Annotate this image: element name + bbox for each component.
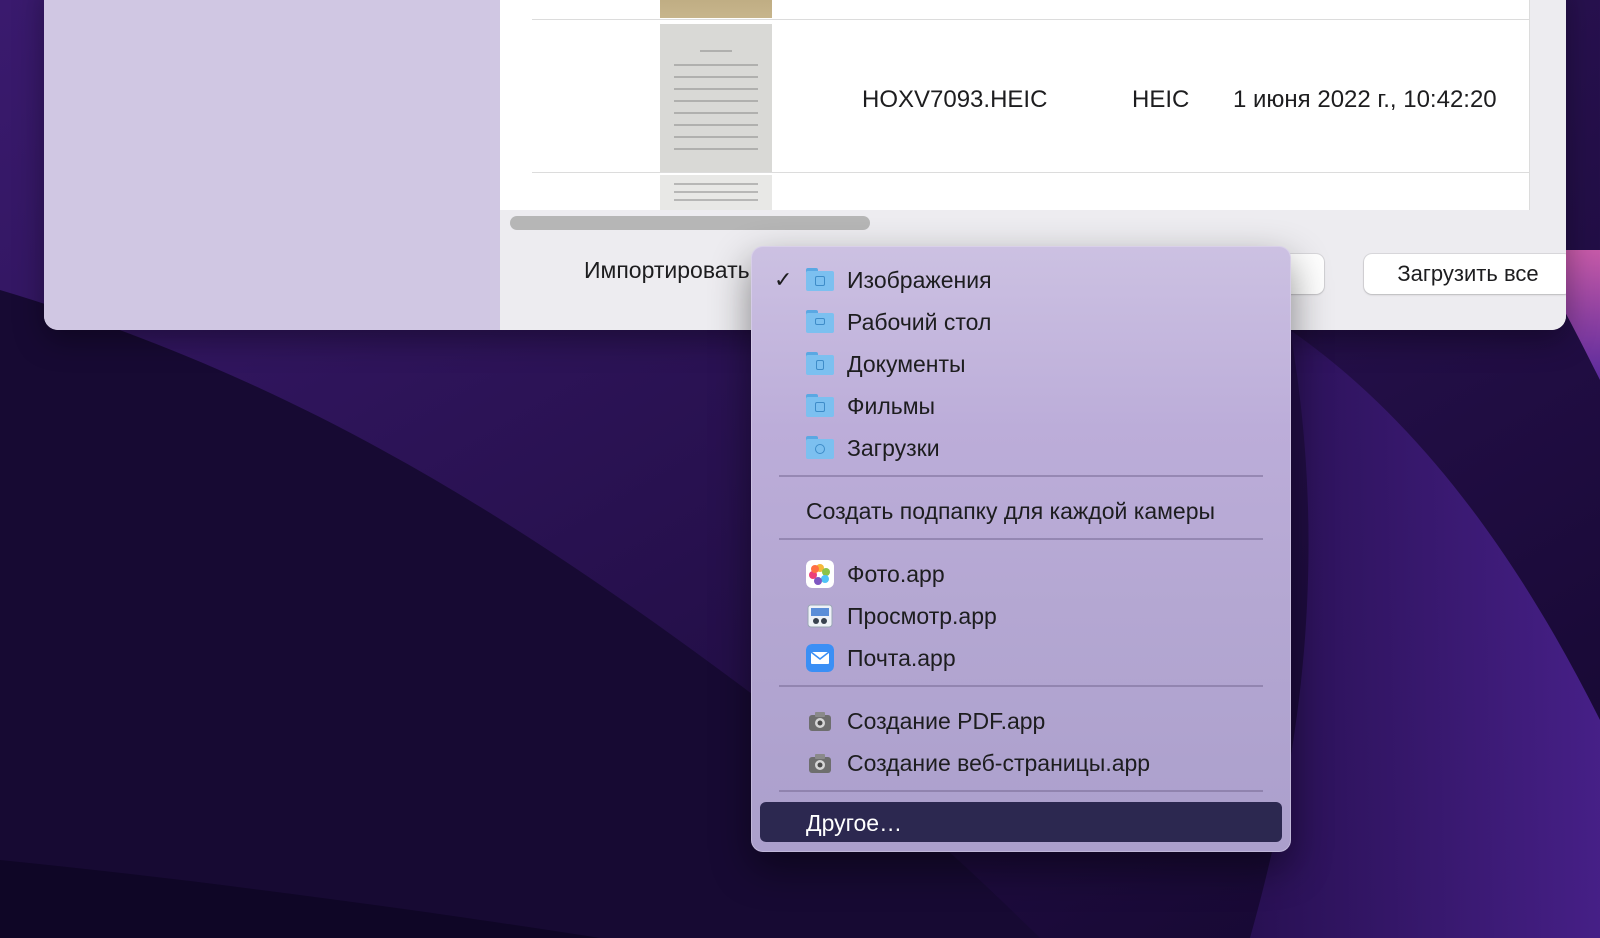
menu-item-documents[interactable]: Документы xyxy=(760,343,1282,383)
menu-item-mail-app[interactable]: Почта.app xyxy=(760,637,1282,677)
movies-folder-icon xyxy=(806,392,834,418)
automator-icon xyxy=(806,707,834,733)
menu-item-movies[interactable]: Фильмы xyxy=(760,385,1282,425)
menu-item-create-subfolder[interactable]: Создать подпапку для каждой камеры xyxy=(760,490,1282,530)
menu-item-other[interactable]: Другое… xyxy=(760,802,1282,842)
menu-item-label: Загрузки xyxy=(847,435,940,461)
checkmark-icon: ✓ xyxy=(774,267,793,292)
menu-separator xyxy=(779,538,1263,540)
thumbnail[interactable] xyxy=(660,0,772,18)
load-all-button[interactable]: Загрузить все xyxy=(1364,254,1566,294)
menu-item-label: Фото.app xyxy=(847,561,945,587)
menu-item-create-pdf-app[interactable]: Создание PDF.app xyxy=(760,700,1282,740)
import-destination-menu: ✓ Изображения Рабочий стол Документы Фил… xyxy=(751,246,1291,852)
menu-item-create-webpage-app[interactable]: Создание веб-страницы.app xyxy=(760,742,1282,782)
menu-item-label: Документы xyxy=(847,351,966,377)
downloads-folder-icon xyxy=(806,434,834,460)
table-edge xyxy=(1529,0,1530,210)
menu-item-label: Почта.app xyxy=(847,645,956,671)
pictures-folder-icon xyxy=(806,266,834,292)
file-date: 1 июня 2022 г., 10:42:20 xyxy=(1233,86,1497,113)
menu-item-preview-app[interactable]: Просмотр.app xyxy=(760,595,1282,635)
menu-item-photos-app[interactable]: Фото.app xyxy=(760,553,1282,593)
menu-item-label: Изображения xyxy=(847,267,992,293)
thumbnail[interactable] xyxy=(660,175,772,210)
menu-item-downloads[interactable]: Загрузки xyxy=(760,427,1282,467)
menu-item-label: Создание PDF.app xyxy=(847,708,1046,734)
row-divider xyxy=(532,172,1530,173)
photos-app-icon xyxy=(806,560,834,588)
menu-item-pictures[interactable]: ✓ Изображения xyxy=(760,259,1282,299)
file-table: HOXV7093.HEIC HEIC 1 июня 2022 г., 10:42… xyxy=(500,0,1530,210)
menu-item-label: Другое… xyxy=(806,810,903,836)
menu-item-label: Рабочий стол xyxy=(847,309,992,335)
mail-app-icon xyxy=(806,644,834,672)
horizontal-scrollbar[interactable] xyxy=(510,216,870,230)
desktop-folder-icon xyxy=(806,308,834,334)
menu-item-label: Создание веб-страницы.app xyxy=(847,750,1151,776)
menu-separator xyxy=(779,475,1263,477)
menu-item-label: Фильмы xyxy=(847,393,936,419)
thumbnail[interactable] xyxy=(660,24,772,172)
menu-item-label: Просмотр.app xyxy=(847,603,997,629)
menu-separator xyxy=(779,790,1263,792)
menu-separator xyxy=(779,685,1263,687)
documents-folder-icon xyxy=(806,350,834,376)
menu-item-desktop[interactable]: Рабочий стол xyxy=(760,301,1282,341)
menu-item-label: Создать подпапку для каждой камеры xyxy=(806,498,1216,524)
file-name[interactable]: HOXV7093.HEIC xyxy=(862,86,1047,114)
automator-icon xyxy=(806,749,834,775)
preview-app-icon xyxy=(806,602,834,628)
sidebar xyxy=(44,0,500,330)
import-to-label: Импортировать в xyxy=(584,257,769,283)
row-divider xyxy=(532,19,1530,20)
file-kind: HEIC xyxy=(1132,86,1190,113)
